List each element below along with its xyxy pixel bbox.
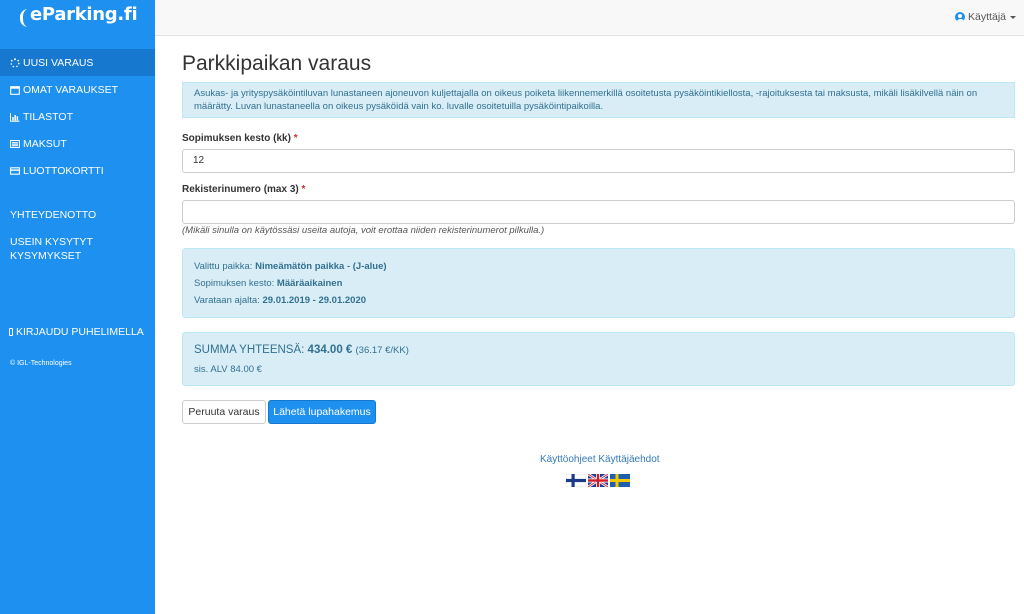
required-asterisk: *: [301, 184, 306, 195]
sidebar-item-faq[interactable]: USEIN KYSYTYT KYSYMYKSET: [10, 235, 93, 263]
plates-label: Rekisterinumero (max 3) *: [182, 184, 305, 195]
brand-logo[interactable]: eParking.fi: [0, 0, 155, 36]
top-bar: Käyttäjä: [155, 0, 1024, 36]
credit-card-icon: [9, 165, 20, 176]
sidebar-nav: UUSI VARAUS OMAT VARAUKSET TILASTOT MAKS…: [0, 49, 155, 184]
footer-links: Käyttöohjeet Käyttäjäehdot: [540, 454, 660, 465]
place-value: Nimeämätön paikka - (J-alue): [255, 261, 387, 272]
total-per-month: (36.17 €/KK): [355, 345, 409, 356]
total-label: SUMMA YHTEENSÄ:: [194, 344, 305, 356]
period-label: Varataan ajalta:: [194, 295, 260, 306]
brand-name: eParking.fi: [30, 4, 138, 25]
faq-line-1: USEIN KYSYTYT: [10, 236, 93, 248]
sidebar-item-statistics[interactable]: TILASTOT: [0, 103, 155, 130]
sidebar-item-new-reservation[interactable]: UUSI VARAUS: [0, 49, 155, 76]
total-box: SUMMA YHTEENSÄ: 434.00 € (36.17 €/KK) si…: [182, 332, 1015, 386]
duration-label: Sopimuksen kesto (kk) *: [182, 133, 298, 144]
logo-mark-icon: [20, 9, 28, 27]
swedish-flag-icon[interactable]: [610, 474, 630, 487]
sidebar-item-my-reservations[interactable]: OMAT VARAUKSET: [0, 76, 155, 103]
sidebar-item-label: LUOTTOKORTTI: [23, 164, 104, 177]
required-asterisk: *: [293, 133, 298, 144]
plates-label-text: Rekisterinumero (max 3): [182, 184, 299, 195]
user-guide-link[interactable]: Käyttöohjeet: [540, 454, 596, 465]
user-circle-icon: [955, 12, 966, 22]
info-line-1: Asukas- ja yrityspysäköintiluvan lunasta…: [194, 88, 978, 99]
summary-contract: Sopimuksen kesto: Määräaikainen: [194, 278, 342, 289]
user-menu[interactable]: Käyttäjä: [955, 11, 1016, 23]
caret-down-icon: [1010, 15, 1016, 19]
submit-application-button[interactable]: Lähetä lupahakemus: [268, 400, 376, 424]
copyright: © IGL-Technologies: [10, 360, 72, 367]
mobile-phone-icon: [9, 328, 13, 336]
finnish-flag-icon[interactable]: [566, 474, 586, 487]
sidebar: eParking.fi UUSI VARAUS OMAT VARAUKSET T…: [0, 0, 155, 614]
total-line: SUMMA YHTEENSÄ: 434.00 € (36.17 €/KK): [194, 344, 409, 356]
sidebar-item-label: OMAT VARAUKSET: [23, 83, 119, 96]
contract-value: Määräaikainen: [276, 278, 343, 289]
sidebar-item-phone-login[interactable]: KIRJAUDU PUHELIMELLA: [9, 325, 144, 339]
plates-help-text: (Mikäli sinulla on käytössäsi useita aut…: [182, 225, 545, 236]
total-amount: 434.00 €: [307, 344, 353, 356]
info-line-2: määrätty. Luvan lunastaneella on oikeus …: [194, 101, 604, 112]
duration-label-text: Sopimuksen kesto (kk): [182, 133, 291, 144]
terms-link[interactable]: Käyttäjäehdot: [598, 454, 659, 465]
bar-chart-icon: [9, 111, 20, 122]
user-menu-label: Käyttäjä: [968, 11, 1006, 23]
phone-login-label: KIRJAUDU PUHELIMELLA: [16, 326, 144, 338]
cancel-reservation-button[interactable]: Peruuta varaus: [182, 400, 266, 424]
sidebar-item-credit-card[interactable]: LUOTTOKORTTI: [0, 157, 155, 184]
faq-line-2: KYSYMYKSET: [10, 250, 82, 262]
page-title: Parkkipaikan varaus: [182, 52, 372, 75]
list-icon: [9, 138, 20, 149]
language-flags: [566, 474, 630, 487]
place-label: Valittu paikka:: [194, 261, 253, 272]
duration-input[interactable]: 12: [182, 149, 1015, 173]
total-vat: sis. ALV 84.00 €: [194, 364, 262, 375]
spinner-icon: [9, 57, 20, 68]
sidebar-item-label: TILASTOT: [23, 110, 73, 123]
info-alert: Asukas- ja yrityspysäköintiluvan lunasta…: [182, 82, 1015, 118]
sidebar-item-contact[interactable]: YHTEYDENOTTO: [10, 208, 96, 222]
contract-label: Sopimuksen kesto:: [194, 278, 275, 289]
plates-input[interactable]: [182, 200, 1015, 224]
summary-place: Valittu paikka: Nimeämätön paikka - (J-a…: [194, 261, 387, 272]
period-value: 29.01.2019 - 29.01.2020: [262, 295, 367, 306]
sidebar-item-label: UUSI VARAUS: [23, 56, 94, 69]
sidebar-item-payments[interactable]: MAKSUT: [0, 130, 155, 157]
summary-period: Varataan ajalta: 29.01.2019 - 29.01.2020: [194, 295, 366, 306]
sidebar-item-label: MAKSUT: [23, 137, 67, 150]
reservation-summary: Valittu paikka: Nimeämätön paikka - (J-a…: [182, 248, 1015, 318]
british-flag-icon[interactable]: [588, 474, 608, 487]
calendar-icon: [9, 84, 20, 95]
